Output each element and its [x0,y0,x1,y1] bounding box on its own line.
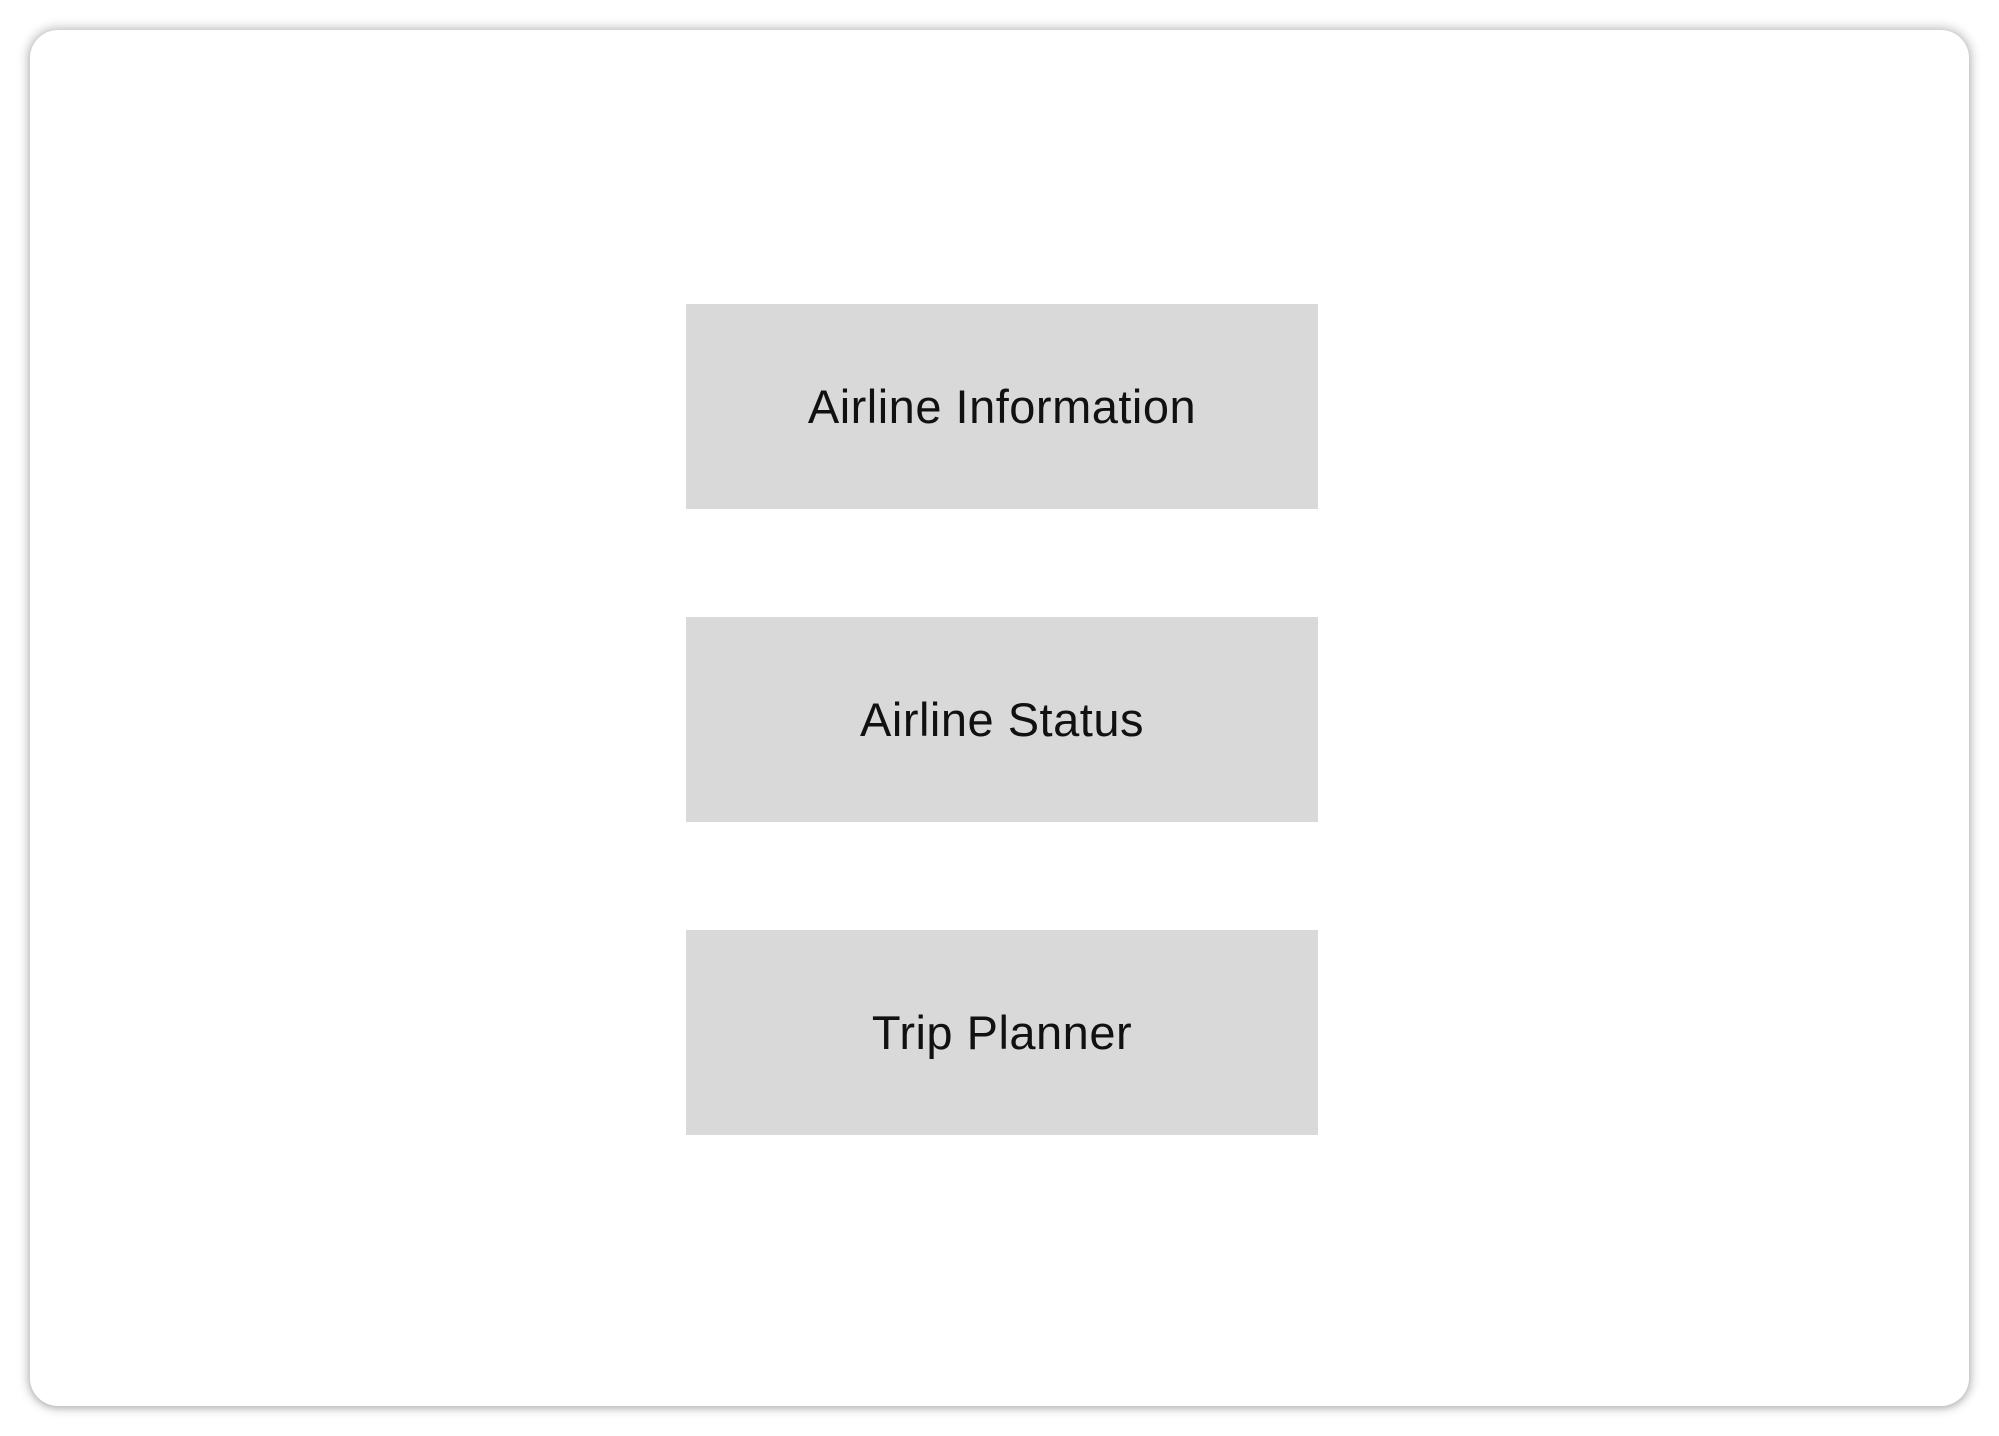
main-menu: Airline Information Airline Status Trip … [686,304,1318,1135]
app-window: Airline Information Airline Status Trip … [30,30,1969,1406]
trip-planner-label: Trip Planner [871,1006,1133,1059]
airline-information-button[interactable]: Airline Information [686,304,1318,509]
airline-status-label: Airline Status [860,693,1144,746]
trip-planner-button[interactable]: Trip Planner [686,930,1318,1135]
airline-status-button[interactable]: Airline Status [686,617,1318,822]
airline-information-label: Airline Information [807,380,1197,433]
